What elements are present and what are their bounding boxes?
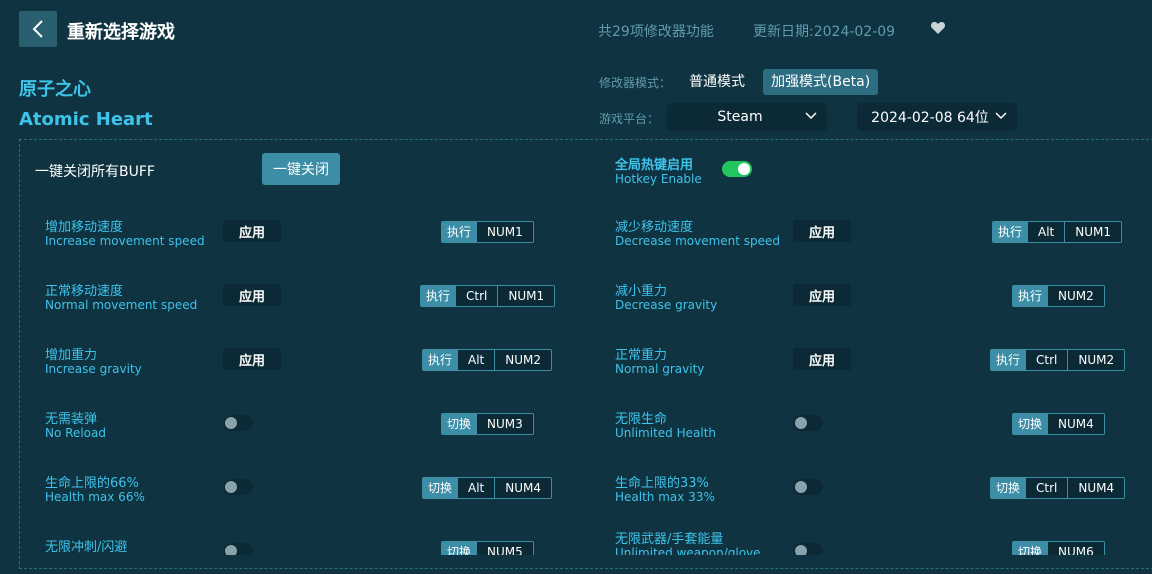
feature-name-cn: 生命上限的33%	[615, 476, 709, 491]
feature-list: 增加移动速度 Increase movement speed 应用 执行 NUM…	[0, 0, 1152, 555]
feature-name-en: Health max 33%	[615, 490, 715, 504]
key-label: Ctrl	[1025, 350, 1068, 370]
feature-name-en: Increase movement speed	[45, 234, 205, 248]
feature-toggle[interactable]	[223, 479, 253, 495]
feature-name-en: Health max 66%	[45, 490, 145, 504]
action-label: 切换	[442, 542, 477, 555]
feature-name-cn: 正常重力	[615, 348, 668, 363]
key-label: NUM2	[1067, 350, 1125, 370]
action-label: 执行	[993, 222, 1028, 242]
action-label: 切换	[442, 414, 477, 434]
key-label: NUM5	[476, 542, 533, 555]
apply-button[interactable]: 应用	[793, 220, 851, 242]
key-label: NUM2	[494, 350, 552, 370]
feature-name-cn: 正常移动速度	[45, 284, 124, 299]
hotkey-badge[interactable]: 切换 Alt NUM4	[422, 477, 553, 499]
feature-name-cn: 无限生命	[615, 412, 668, 427]
key-label: Ctrl	[1025, 478, 1068, 498]
feature-toggle[interactable]	[793, 415, 823, 431]
action-label: 切换	[1013, 542, 1048, 555]
key-label: Alt	[457, 350, 495, 370]
action-label: 执行	[421, 286, 456, 306]
feature-toggle[interactable]	[223, 415, 253, 431]
hotkey-badge[interactable]: 执行 Alt NUM2	[422, 349, 553, 371]
apply-button[interactable]: 应用	[223, 220, 281, 242]
action-label: 执行	[1013, 286, 1048, 306]
action-label: 执行	[423, 350, 458, 370]
apply-button[interactable]: 应用	[793, 284, 851, 306]
feature-name-cn: 增加移动速度	[45, 220, 124, 235]
feature-name-en: Increase gravity	[45, 362, 142, 376]
key-label: Alt	[1027, 222, 1065, 242]
feature-name-en: No Reload	[45, 426, 106, 440]
feature-name-cn: 无限武器/手套能量	[615, 532, 724, 547]
feature-toggle[interactable]	[223, 543, 253, 555]
feature-name-cn: 减少移动速度	[615, 220, 694, 235]
action-label: 执行	[442, 222, 477, 242]
key-label: NUM3	[476, 414, 533, 434]
action-label: 切换	[991, 478, 1026, 498]
apply-button[interactable]: 应用	[223, 284, 281, 306]
action-label: 切换	[423, 478, 458, 498]
hotkey-badge[interactable]: 执行 Alt NUM1	[992, 221, 1123, 243]
feature-name-en: Normal gravity	[615, 362, 705, 376]
hotkey-badge[interactable]: 执行 Ctrl NUM1	[420, 285, 556, 307]
key-label: NUM4	[1047, 414, 1104, 434]
hotkey-badge[interactable]: 切换 NUM6	[1012, 541, 1105, 555]
hotkey-badge[interactable]: 执行 NUM1	[441, 221, 534, 243]
key-label: NUM1	[497, 286, 555, 306]
feature-toggle[interactable]	[793, 479, 823, 495]
feature-name-cn: 减小重力	[615, 284, 668, 299]
feature-name-cn: 增加重力	[45, 348, 98, 363]
hotkey-badge[interactable]: 切换 NUM3	[441, 413, 534, 435]
key-label: NUM4	[494, 478, 552, 498]
feature-name-cn: 无需装弹	[45, 412, 98, 427]
hotkey-badge[interactable]: 切换 NUM5	[441, 541, 534, 555]
feature-name-cn: 无限冲刺/闪避	[45, 540, 128, 555]
key-label: Alt	[457, 478, 495, 498]
hotkey-badge[interactable]: 切换 Ctrl NUM4	[990, 477, 1126, 499]
action-label: 执行	[991, 350, 1026, 370]
feature-name-en: Decrease gravity	[615, 298, 718, 312]
key-label: NUM1	[1064, 222, 1122, 242]
hotkey-badge[interactable]: 切换 NUM4	[1012, 413, 1105, 435]
apply-button[interactable]: 应用	[223, 348, 281, 370]
action-label: 切换	[1013, 414, 1048, 434]
hotkey-badge[interactable]: 执行 NUM2	[1012, 285, 1105, 307]
feature-name-cn: 生命上限的66%	[45, 476, 139, 491]
key-label: NUM4	[1067, 478, 1125, 498]
key-label: NUM6	[1047, 542, 1104, 555]
hotkey-badge[interactable]: 执行 Ctrl NUM2	[990, 349, 1126, 371]
feature-name-en: Normal movement speed	[45, 298, 198, 312]
key-label: Ctrl	[455, 286, 498, 306]
key-label: NUM2	[1047, 286, 1104, 306]
feature-name-en: Decrease movement speed	[615, 234, 781, 248]
apply-button[interactable]: 应用	[793, 348, 851, 370]
feature-name-en: Unlimited weapon/glove	[615, 546, 761, 555]
feature-toggle[interactable]	[793, 543, 823, 555]
key-label: NUM1	[476, 222, 533, 242]
feature-name-en: Unlimited Health	[615, 426, 717, 440]
